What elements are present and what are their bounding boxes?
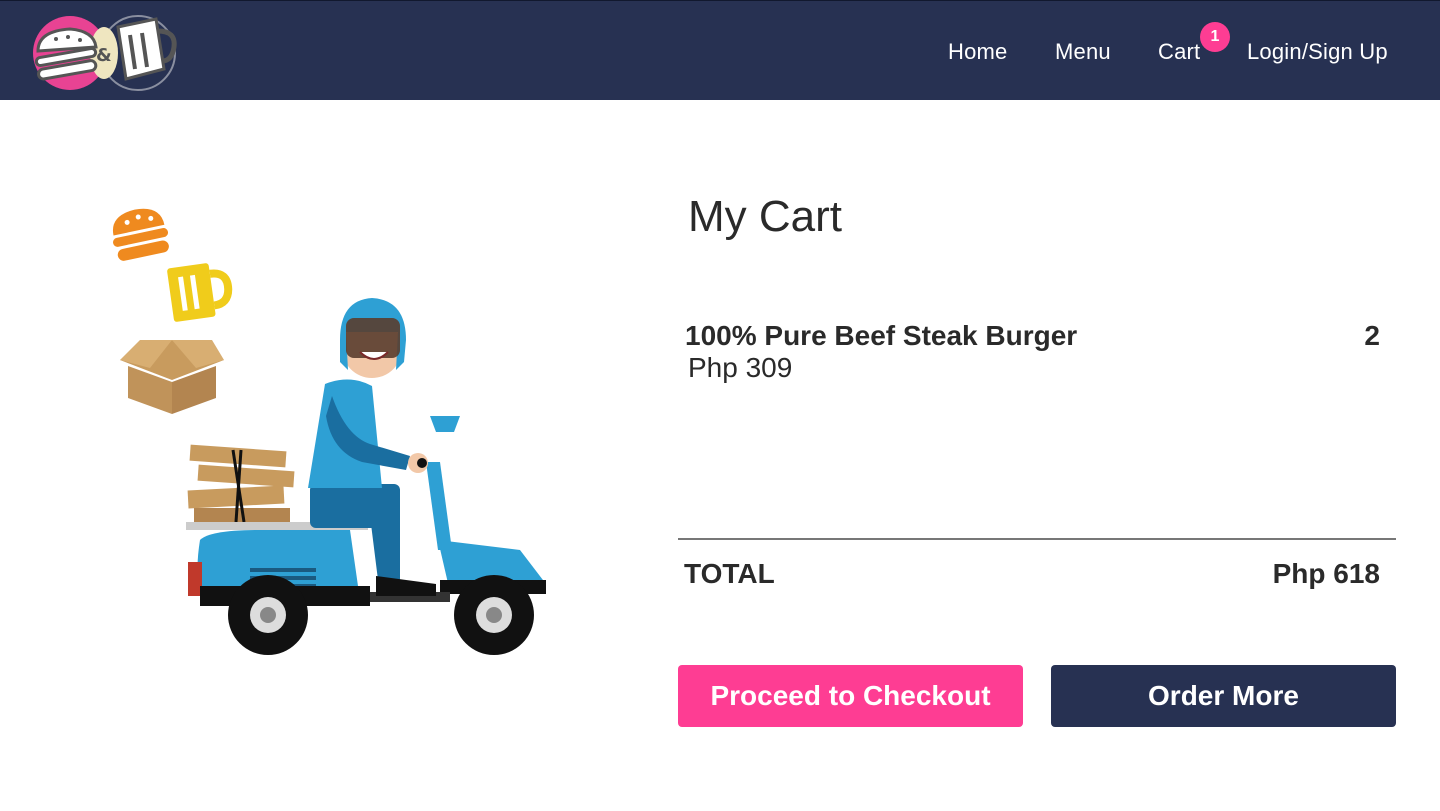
total-value: Php 618	[1272, 558, 1380, 589]
nav-login-signup-link[interactable]: Login/Sign Up	[1247, 39, 1388, 65]
cart-item-name: 100% Pure Beef Steak Burger	[685, 320, 1078, 351]
delivery-scooter-illustration-icon	[100, 200, 560, 670]
page-title: My Cart	[688, 192, 842, 241]
cart-item-quantity: 2	[1364, 320, 1380, 351]
cart-count-badge: 1	[1200, 22, 1230, 52]
burger-and-beer-logo-icon[interactable]: &	[30, 13, 180, 93]
svg-text:&: &	[96, 45, 112, 66]
navbar: & Home Menu Cart 1 Login/Sign Up	[0, 0, 1440, 100]
proceed-to-checkout-button[interactable]: Proceed to Checkout	[678, 665, 1023, 727]
total-divider	[678, 538, 1396, 540]
nav-menu-link[interactable]: Menu	[1055, 39, 1111, 65]
order-more-button[interactable]: Order More	[1051, 665, 1396, 727]
nav-cart-link[interactable]: Cart	[1158, 39, 1200, 65]
total-label: TOTAL	[684, 558, 775, 589]
cart-item-price: Php 309	[688, 352, 793, 383]
nav-home-link[interactable]: Home	[948, 39, 1008, 65]
